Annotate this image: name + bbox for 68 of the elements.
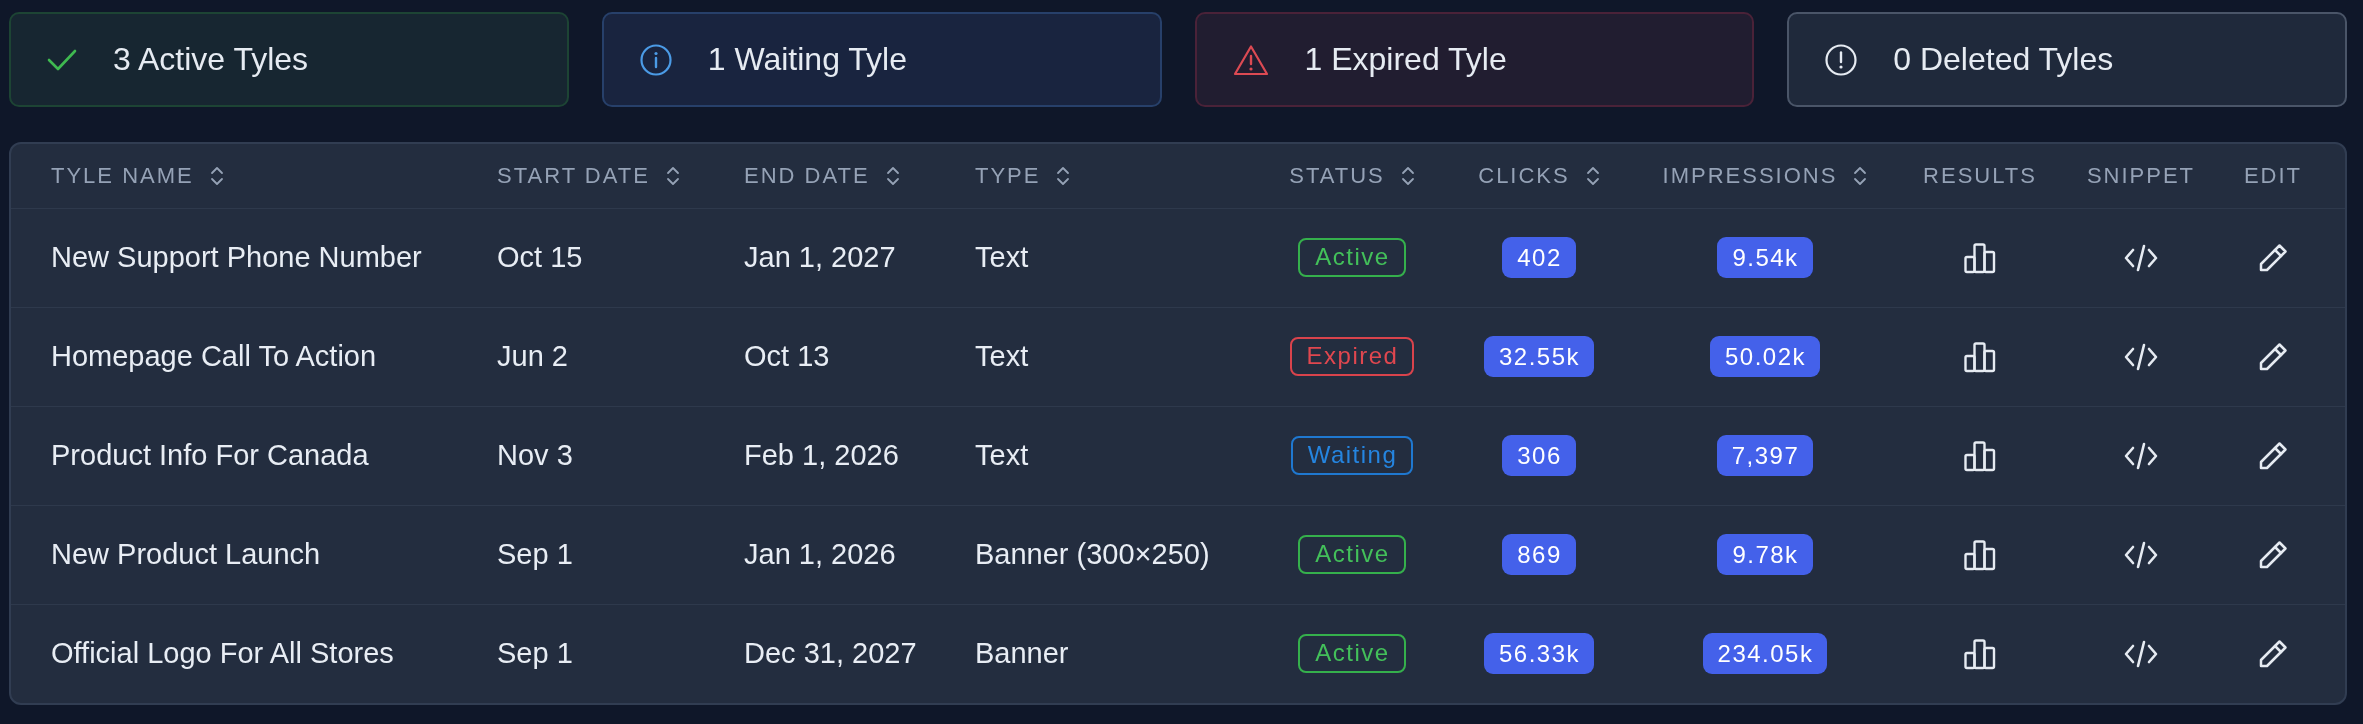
status-badge: Active bbox=[1298, 535, 1406, 574]
warning-icon bbox=[1232, 43, 1269, 76]
tyle-name: Official Logo For All Stores bbox=[51, 637, 394, 670]
clicks-count: 32.55k bbox=[1483, 336, 1595, 377]
clicks-count: 402 bbox=[1502, 237, 1576, 278]
column-header[interactable]: CLICKS bbox=[1478, 162, 1600, 189]
alert-circle-icon bbox=[1825, 43, 1858, 76]
column-header: RESULTS bbox=[1923, 162, 2037, 188]
impressions-count: 50.02k bbox=[1709, 336, 1821, 377]
column-header[interactable]: STATUS bbox=[1289, 162, 1415, 189]
pencil-icon[interactable] bbox=[2257, 241, 2289, 274]
status-badge: Expired bbox=[1289, 337, 1415, 376]
tyle-name: New Support Phone Number bbox=[51, 241, 422, 273]
code-icon[interactable] bbox=[2123, 341, 2159, 372]
tyle-type: Text bbox=[975, 439, 1029, 471]
end-date: Jan 1, 2027 bbox=[744, 241, 896, 273]
column-header[interactable]: TYLE NAME bbox=[51, 162, 224, 189]
column-header: EDIT bbox=[2243, 162, 2303, 188]
column-header[interactable]: TYPE bbox=[975, 162, 1071, 189]
pencil-icon[interactable] bbox=[2257, 538, 2289, 571]
code-icon[interactable] bbox=[2123, 539, 2159, 570]
start-date: Sep 1 bbox=[497, 538, 573, 570]
impressions-count: 234.05k bbox=[1702, 633, 1828, 675]
column-header: SNIPPET bbox=[2086, 162, 2196, 188]
code-icon[interactable] bbox=[2123, 440, 2159, 471]
summary-label: 1 Expired Tyle bbox=[1304, 41, 1507, 78]
tyle-type: Text bbox=[975, 340, 1029, 372]
column-header[interactable]: END DATE bbox=[744, 162, 900, 189]
bar-chart-icon[interactable] bbox=[1963, 439, 1997, 472]
end-date: Dec 31, 2027 bbox=[744, 637, 917, 670]
impressions-count: 7,397 bbox=[1716, 435, 1814, 476]
tyle-type: Banner bbox=[975, 637, 1069, 670]
bar-chart-icon[interactable] bbox=[1963, 340, 1997, 373]
status-badge: Active bbox=[1298, 634, 1406, 674]
start-date: Jun 2 bbox=[497, 340, 568, 372]
summary-label: 3 Active Tyles bbox=[113, 41, 309, 78]
summary-label: 0 Deleted Tyles bbox=[1893, 41, 2114, 78]
status-badge: Waiting bbox=[1290, 436, 1414, 475]
start-date: Oct 15 bbox=[497, 241, 583, 273]
impressions-count: 9.78k bbox=[1717, 534, 1813, 575]
impressions-count: 9.54k bbox=[1717, 237, 1813, 278]
column-header[interactable]: IMPRESSIONS bbox=[1662, 162, 1868, 189]
status-badge: Active bbox=[1298, 238, 1406, 277]
tyle-name: New Product Launch bbox=[51, 538, 321, 570]
info-icon bbox=[639, 43, 672, 76]
tyle-type: Text bbox=[975, 241, 1029, 273]
bar-chart-icon[interactable] bbox=[1963, 538, 1997, 571]
end-date: Feb 1, 2026 bbox=[744, 439, 899, 471]
code-icon[interactable] bbox=[2123, 242, 2159, 273]
bar-chart-icon[interactable] bbox=[1963, 241, 1997, 274]
start-date: Sep 1 bbox=[497, 637, 573, 670]
summary-label: 1 Waiting Tyle bbox=[707, 41, 907, 78]
column-header[interactable]: START DATE bbox=[497, 162, 680, 189]
end-date: Jan 1, 2026 bbox=[744, 538, 896, 570]
check-icon bbox=[47, 47, 77, 72]
pencil-icon[interactable] bbox=[2257, 637, 2289, 670]
tyle-name: Product Info For Canada bbox=[51, 439, 369, 471]
end-date: Oct 13 bbox=[744, 340, 830, 372]
pencil-icon[interactable] bbox=[2257, 340, 2289, 373]
pencil-icon[interactable] bbox=[2257, 439, 2289, 472]
clicks-count: 306 bbox=[1502, 435, 1576, 476]
tyle-name: Homepage Call To Action bbox=[51, 340, 377, 372]
tyle-type: Banner (300×250) bbox=[975, 538, 1210, 570]
code-icon[interactable] bbox=[2123, 638, 2159, 669]
clicks-count: 56.33k bbox=[1483, 633, 1595, 675]
bar-chart-icon[interactable] bbox=[1963, 637, 1997, 670]
clicks-count: 869 bbox=[1502, 534, 1576, 575]
start-date: Nov 3 bbox=[497, 439, 573, 471]
